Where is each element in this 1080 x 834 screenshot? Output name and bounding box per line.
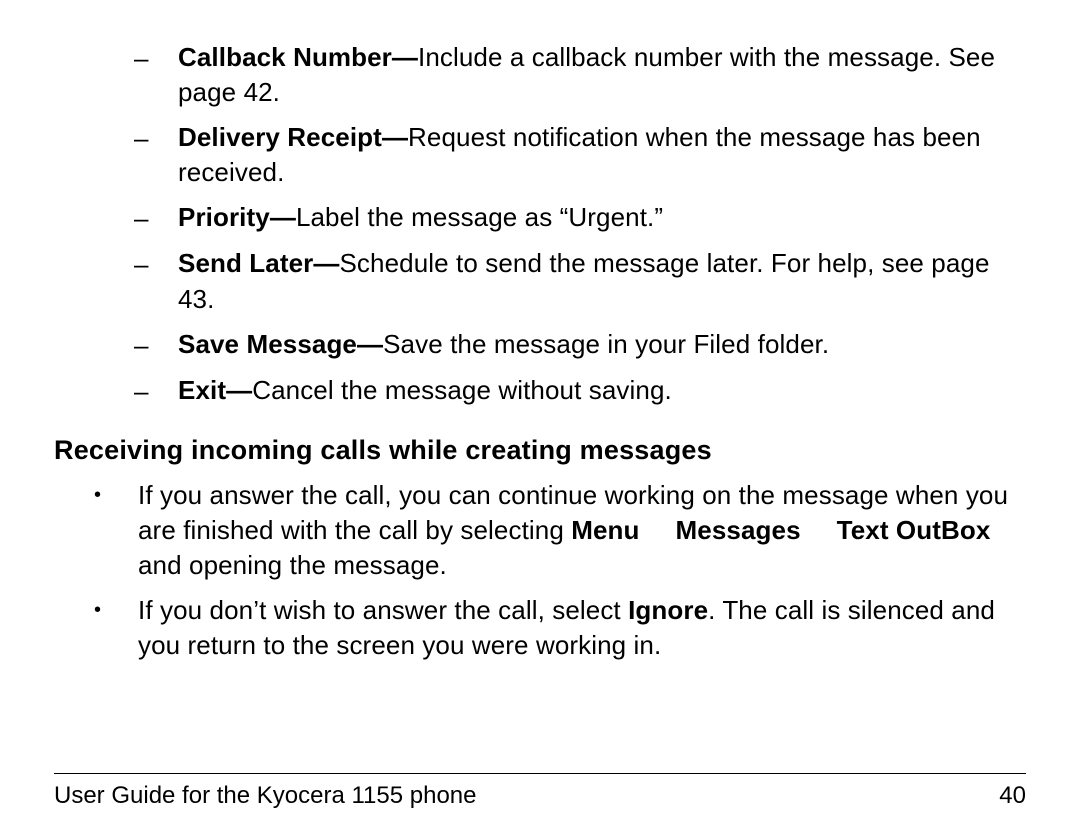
footer-divider bbox=[54, 773, 1026, 774]
option-label: Callback Number bbox=[178, 42, 392, 72]
page-content: – Callback Number—Include a callback num… bbox=[54, 40, 1026, 760]
option-label: Delivery Receipt bbox=[178, 122, 382, 152]
incoming-call-paragraphs: • If you answer the call, you can contin… bbox=[94, 478, 1026, 663]
nav-step-text-outbox: Text OutBox bbox=[837, 515, 991, 545]
dash-icon: – bbox=[134, 246, 178, 282]
option-text: Callback Number—Include a callback numbe… bbox=[178, 40, 1026, 110]
list-item: – Priority—Label the message as “Urgent.… bbox=[134, 200, 1026, 236]
list-item: – Send Later—Schedule to send the messag… bbox=[134, 246, 1026, 316]
option-text: Delivery Receipt—Request notification wh… bbox=[178, 120, 1026, 190]
option-text: Exit—Cancel the message without saving. bbox=[178, 373, 1026, 408]
para1-post: and opening the message. bbox=[138, 550, 447, 580]
bullet-icon: • bbox=[94, 478, 138, 509]
option-text: Priority—Label the message as “Urgent.” bbox=[178, 200, 1026, 235]
ignore-action: Ignore bbox=[628, 595, 708, 625]
section-heading: Receiving incoming calls while creating … bbox=[54, 435, 1026, 466]
paragraph-text: If you don’t wish to answer the call, se… bbox=[138, 593, 1026, 663]
list-item: – Callback Number—Include a callback num… bbox=[134, 40, 1026, 110]
dash-icon: – bbox=[134, 200, 178, 236]
nav-step-menu: Menu bbox=[571, 515, 639, 545]
option-desc: Label the message as “Urgent.” bbox=[296, 202, 663, 232]
list-item: – Save Message—Save the message in your … bbox=[134, 327, 1026, 363]
option-label: Exit bbox=[178, 375, 226, 405]
dash-icon: – bbox=[134, 327, 178, 363]
message-option-list: – Callback Number—Include a callback num… bbox=[134, 40, 1026, 409]
bullet-icon: • bbox=[94, 593, 138, 624]
dash-icon: – bbox=[134, 373, 178, 409]
dash-icon: – bbox=[134, 120, 178, 156]
list-item: • If you answer the call, you can contin… bbox=[94, 478, 1026, 583]
option-text: Send Later—Schedule to send the message … bbox=[178, 246, 1026, 316]
dash-icon: – bbox=[134, 40, 178, 76]
list-item: • If you don’t wish to answer the call, … bbox=[94, 593, 1026, 663]
page-number: 40 bbox=[999, 782, 1026, 810]
paragraph-text: If you answer the call, you can continue… bbox=[138, 478, 1026, 583]
page-footer: User Guide for the Kyocera 1155 phone 40 bbox=[54, 782, 1026, 810]
option-label: Send Later bbox=[178, 248, 313, 278]
footer-title: User Guide for the Kyocera 1155 phone bbox=[54, 782, 476, 810]
option-desc: Save the message in your Filed folder. bbox=[383, 329, 829, 359]
list-item: – Delivery Receipt—Request notification … bbox=[134, 120, 1026, 190]
manual-page: – Callback Number—Include a callback num… bbox=[0, 0, 1080, 834]
option-label: Save Message bbox=[178, 329, 357, 359]
para2-pre: If you don’t wish to answer the call, se… bbox=[138, 595, 628, 625]
option-text: Save Message—Save the message in your Fi… bbox=[178, 327, 1026, 362]
nav-step-messages: Messages bbox=[676, 515, 801, 545]
list-item: – Exit—Cancel the message without saving… bbox=[134, 373, 1026, 409]
option-desc: Cancel the message without saving. bbox=[252, 375, 672, 405]
option-label: Priority bbox=[178, 202, 270, 232]
